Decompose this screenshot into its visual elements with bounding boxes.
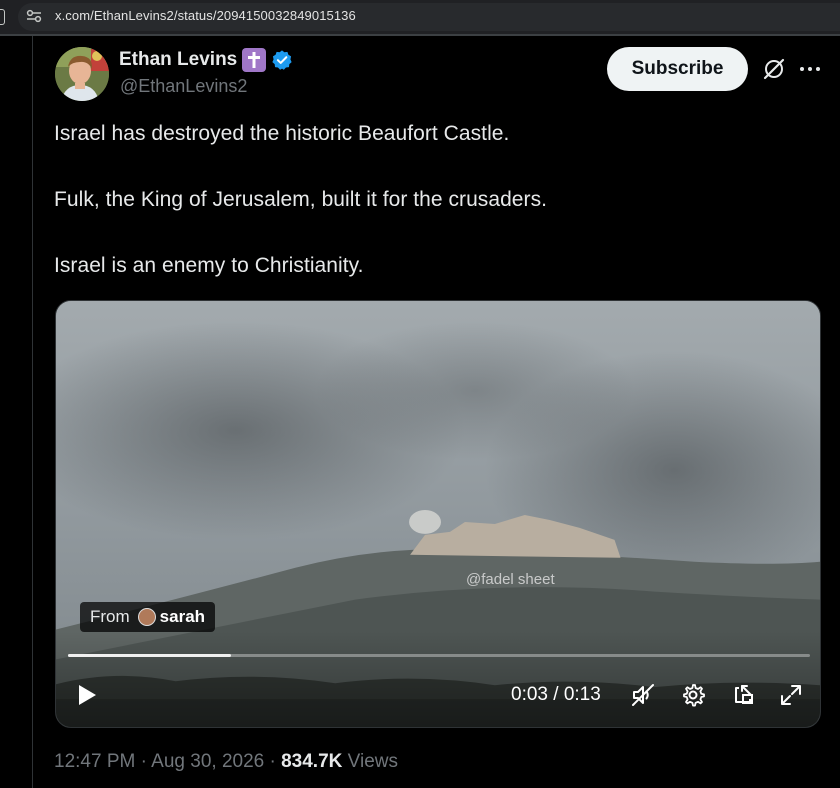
browser-toolbar: x.com/EthanLevins2/status/20941500328490… [0, 0, 840, 36]
tweet-time[interactable]: 12:47 PM [54, 751, 135, 772]
video-time-display: 0:03 / 0:13 [511, 684, 601, 705]
meta-separator: · [269, 751, 276, 772]
url-text[interactable]: x.com/EthanLevins2/status/20941500328490… [55, 8, 356, 23]
controls-overlay [56, 631, 820, 727]
tweet-text-line: Israel is an enemy to Christianity. [54, 254, 364, 277]
tweet-text-line: Israel has destroyed the historic Beaufo… [54, 122, 510, 145]
source-avatar [137, 608, 156, 626]
play-icon[interactable] [76, 683, 98, 707]
tab-strip-edge [0, 9, 5, 25]
video-progress-fill [68, 654, 232, 657]
from-label: From [90, 607, 130, 626]
views-label: Views [347, 751, 399, 772]
avatar-photo [55, 47, 109, 101]
muted-speaker-icon[interactable] [630, 682, 656, 708]
toolbar-divider [0, 34, 840, 36]
more-options-icon[interactable] [798, 59, 822, 79]
verified-badge-icon[interactable] [271, 49, 293, 71]
subscribe-button[interactable]: Subscribe [607, 47, 748, 91]
meta-separator: · [140, 751, 147, 772]
latin-cross-icon [242, 48, 267, 72]
author-avatar[interactable] [55, 47, 109, 101]
tweet-meta: 12:47 PM · Aug 30, 2026 · 834.7K Views [54, 751, 398, 773]
author-name[interactable]: Ethan Levins [119, 49, 237, 71]
views-count[interactable]: 834.7K [281, 751, 342, 772]
tweet-text-line: Fulk, the King of Jerusalem, built it fo… [54, 188, 548, 211]
grok-icon[interactable] [762, 57, 786, 81]
author-handle[interactable]: @EthanLevins2 [120, 76, 247, 97]
source-name: sarah [159, 607, 206, 626]
author-name-row: Ethan Levins [119, 48, 293, 72]
settings-gear-icon[interactable] [680, 682, 706, 708]
picture-in-picture-icon[interactable] [730, 682, 756, 708]
column-divider [32, 36, 33, 788]
video-player[interactable]: @fadel sheet From sarah 0:03 / 0:13 [55, 300, 821, 728]
video-watermark: @fadel sheet [466, 571, 555, 588]
fullscreen-icon[interactable] [778, 682, 804, 708]
video-attribution-chip[interactable]: From sarah [80, 602, 216, 632]
site-info-icon[interactable] [26, 9, 42, 23]
video-progress-bar[interactable] [68, 654, 810, 657]
tweet-date[interactable]: Aug 30, 2026 [151, 751, 264, 772]
